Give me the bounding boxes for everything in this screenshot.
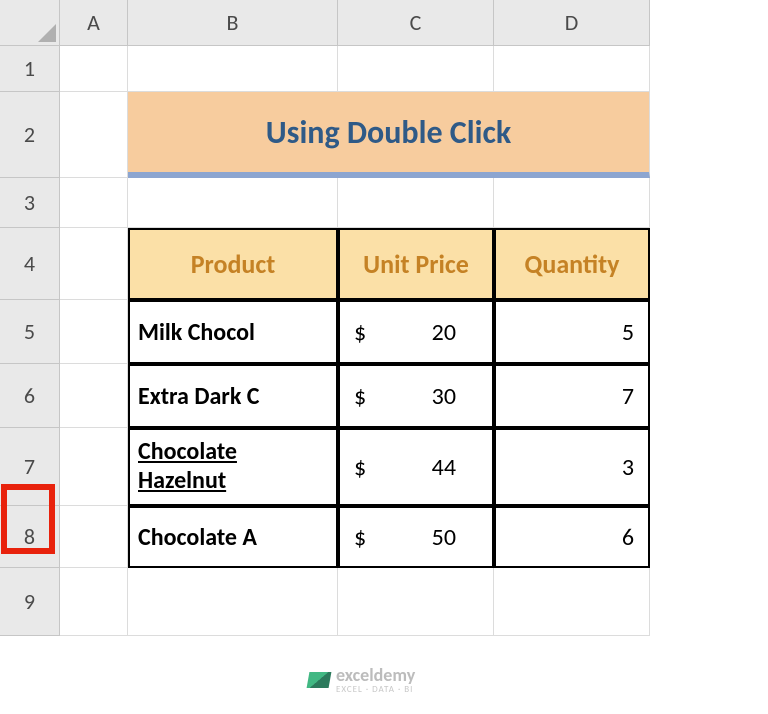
price-value: 44	[432, 453, 456, 482]
header-product[interactable]: Product	[128, 228, 338, 300]
cell-a7[interactable]	[60, 428, 128, 506]
price-cell-6[interactable]: $ 30	[338, 364, 494, 428]
price-cell-5[interactable]: $ 20	[338, 300, 494, 364]
watermark: exceldemy EXCEL · DATA · BI	[308, 664, 415, 695]
cell-a4[interactable]	[60, 228, 128, 300]
currency-symbol: $	[354, 453, 366, 482]
cell-d3[interactable]	[494, 178, 650, 228]
cell-d1[interactable]	[494, 46, 650, 92]
cell-a8[interactable]	[60, 506, 128, 568]
row-header-2[interactable]: 2	[0, 92, 60, 178]
col-header-c[interactable]: C	[338, 0, 494, 46]
watermark-icon	[307, 672, 332, 688]
cell-b9[interactable]	[128, 568, 338, 636]
currency-symbol: $	[354, 382, 366, 411]
header-quantity[interactable]: Quantity	[494, 228, 650, 300]
header-unit-price[interactable]: Unit Price	[338, 228, 494, 300]
cell-b3[interactable]	[128, 178, 338, 228]
col-header-d[interactable]: D	[494, 0, 650, 46]
watermark-subtitle: EXCEL · DATA · BI	[336, 684, 415, 695]
cell-c9[interactable]	[338, 568, 494, 636]
row-header-6[interactable]: 6	[0, 364, 60, 428]
row-header-4[interactable]: 4	[0, 228, 60, 300]
cell-d9[interactable]	[494, 568, 650, 636]
cell-a9[interactable]	[60, 568, 128, 636]
col-header-a[interactable]: A	[60, 0, 128, 46]
row-header-7[interactable]: 7	[0, 428, 60, 506]
col-header-b[interactable]: B	[128, 0, 338, 46]
cell-a3[interactable]	[60, 178, 128, 228]
row-header-3[interactable]: 3	[0, 178, 60, 228]
price-cell-8[interactable]: $ 50	[338, 506, 494, 568]
product-cell-8[interactable]: Chocolate A	[128, 506, 338, 568]
select-all-corner[interactable]	[0, 0, 60, 46]
price-cell-7[interactable]: $ 44	[338, 428, 494, 506]
qty-cell-5[interactable]: 5	[494, 300, 650, 364]
watermark-title: exceldemy	[336, 664, 415, 686]
qty-cell-8[interactable]: 6	[494, 506, 650, 568]
cell-a6[interactable]	[60, 364, 128, 428]
product-cell-6[interactable]: Extra Dark C	[128, 364, 338, 428]
row-header-9[interactable]: 9	[0, 568, 60, 636]
spreadsheet-grid: A B C D 1 2 Using Double Click 3 4 Produ…	[0, 0, 768, 636]
row-header-5[interactable]: 5	[0, 300, 60, 364]
cell-a2[interactable]	[60, 92, 128, 178]
title-text: Using Double Click	[266, 113, 511, 152]
qty-cell-7[interactable]: 3	[494, 428, 650, 506]
product-cell-7[interactable]: Chocolate Hazelnut	[128, 428, 338, 506]
price-value: 20	[432, 318, 456, 347]
product-cell-5[interactable]: Milk Chocol	[128, 300, 338, 364]
cell-c1[interactable]	[338, 46, 494, 92]
cell-a1[interactable]	[60, 46, 128, 92]
cell-b1[interactable]	[128, 46, 338, 92]
cell-c3[interactable]	[338, 178, 494, 228]
currency-symbol: $	[354, 523, 366, 552]
price-value: 50	[432, 523, 456, 552]
cell-a5[interactable]	[60, 300, 128, 364]
qty-cell-6[interactable]: 7	[494, 364, 650, 428]
row-header-8[interactable]: 8	[0, 506, 60, 568]
row-header-1[interactable]: 1	[0, 46, 60, 92]
currency-symbol: $	[354, 318, 366, 347]
title-cell[interactable]: Using Double Click	[128, 92, 650, 178]
price-value: 30	[432, 382, 456, 411]
